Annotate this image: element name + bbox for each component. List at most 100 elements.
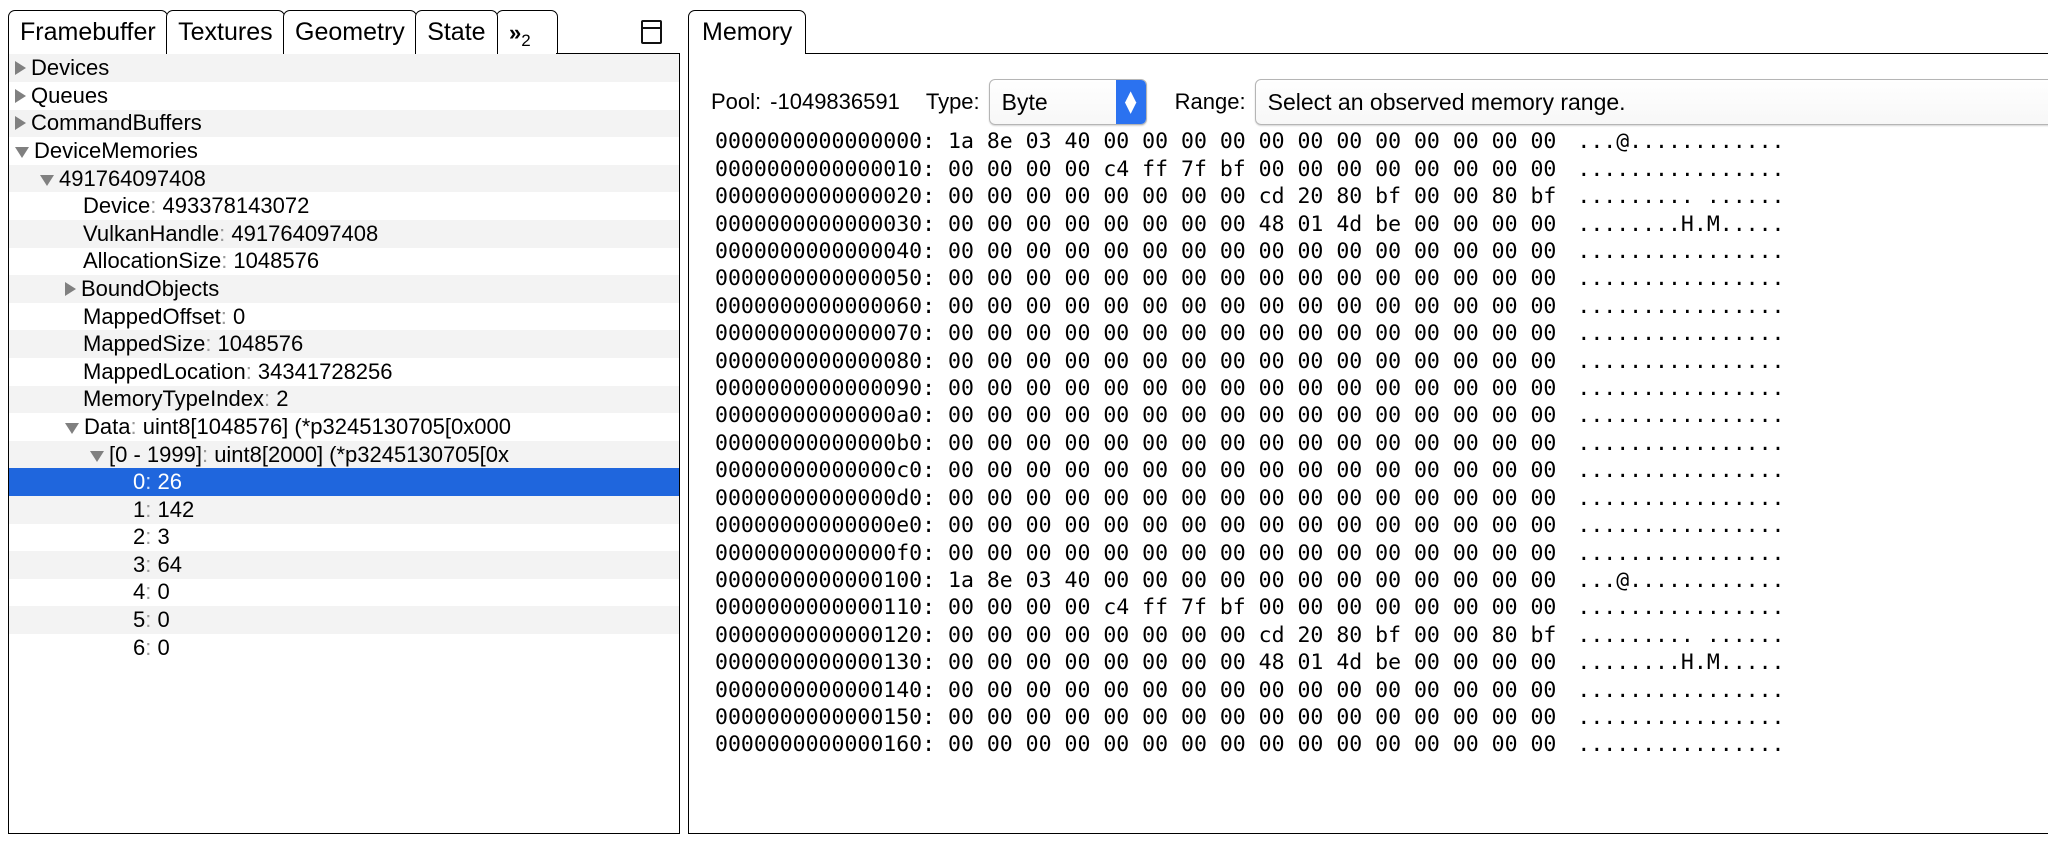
hexdump-ascii: ......... ...... bbox=[1577, 184, 1785, 210]
tree-row-value: 142 bbox=[157, 496, 195, 522]
tree-row[interactable]: VulkanHandle: 491764097408 bbox=[9, 219, 679, 248]
tree-row[interactable]: Queues bbox=[9, 82, 679, 110]
tab-framebuffer[interactable]: Framebuffer bbox=[8, 10, 168, 54]
hexdump-separator: : bbox=[922, 732, 948, 758]
chevron-right-icon[interactable] bbox=[65, 281, 76, 296]
tree-row-colon: : bbox=[245, 358, 258, 384]
tree-row-value: 26 bbox=[157, 469, 182, 495]
tree-row[interactable]: BoundObjects bbox=[9, 275, 679, 303]
type-select-stepper-icon[interactable]: ▲ ▼ bbox=[1115, 80, 1146, 125]
pool-label: Pool: bbox=[711, 89, 762, 115]
hexdump-row[interactable]: 0000000000000080: 00 00 00 00 00 00 00 0… bbox=[715, 348, 2048, 375]
tab-textures[interactable]: Textures bbox=[166, 10, 285, 54]
tree-row-label: Data bbox=[84, 413, 131, 439]
tree-row[interactable]: 3: 64 bbox=[9, 551, 679, 579]
tree-row-value: 1048576 bbox=[217, 331, 304, 357]
tab-state[interactable]: State bbox=[415, 10, 498, 54]
tree-row-value: 2 bbox=[276, 386, 289, 412]
hexdump-row[interactable]: 00000000000000a0: 00 00 00 00 00 00 00 0… bbox=[715, 402, 2048, 429]
hexdump-row[interactable]: 00000000000000e0: 00 00 00 00 00 00 00 0… bbox=[715, 512, 2048, 539]
tab-label: Geometry bbox=[295, 18, 405, 46]
tree-row-label: 6 bbox=[133, 634, 146, 660]
chevron-down-icon[interactable] bbox=[40, 174, 54, 186]
tree-row[interactable]: 491764097408 bbox=[9, 164, 679, 193]
hexdump-row[interactable]: 0000000000000120: 00 00 00 00 00 00 00 0… bbox=[715, 622, 2048, 649]
hexdump-address: 0000000000000090 bbox=[715, 376, 923, 402]
hexdump-row[interactable]: 0000000000000100: 1a 8e 03 40 00 00 00 0… bbox=[715, 567, 2048, 594]
range-select[interactable]: Select an observed memory range. ▲▼ bbox=[1254, 79, 2048, 126]
tree-row[interactable]: MappedOffset: 0 bbox=[9, 303, 679, 331]
type-select[interactable]: Byte ▲ ▼ bbox=[988, 79, 1147, 126]
type-label: Type: bbox=[925, 89, 980, 115]
hexdump-row[interactable]: 0000000000000150: 00 00 00 00 00 00 00 0… bbox=[715, 704, 2048, 731]
hexdump-row[interactable]: 0000000000000040: 00 00 00 00 00 00 00 0… bbox=[715, 238, 2048, 265]
tree-row[interactable]: 1: 142 bbox=[9, 495, 679, 524]
tab-overflow-button[interactable]: » 2 bbox=[495, 10, 558, 54]
tab-overflow-count: 2 bbox=[521, 30, 531, 50]
tree-row[interactable]: MappedLocation: 34341728256 bbox=[9, 358, 679, 386]
hexdump-row[interactable]: 0000000000000030: 00 00 00 00 00 00 00 0… bbox=[715, 211, 2048, 238]
tab-label: Framebuffer bbox=[20, 18, 156, 46]
hexdump-row[interactable]: 00000000000000f0: 00 00 00 00 00 00 00 0… bbox=[715, 540, 2048, 567]
hexdump-row[interactable]: 0000000000000050: 00 00 00 00 00 00 00 0… bbox=[715, 265, 2048, 292]
tree-row[interactable]: [0 - 1999]: uint8[2000] (*p3245130705[0x bbox=[9, 440, 679, 469]
chevron-right-icon[interactable] bbox=[15, 88, 26, 103]
tree-row[interactable]: 6: 0 bbox=[9, 634, 679, 662]
hexdump-row[interactable]: 0000000000000090: 00 00 00 00 00 00 00 0… bbox=[715, 375, 2048, 402]
hexdump-separator: : bbox=[922, 376, 948, 402]
tree-row[interactable]: AllocationSize: 1048576 bbox=[9, 248, 679, 276]
tree-row[interactable]: DeviceMemories bbox=[9, 137, 679, 165]
tree-row[interactable]: Devices bbox=[9, 54, 679, 82]
hexdump-separator: : bbox=[922, 430, 948, 456]
hexdump-bytes: 00 00 00 00 00 00 00 00 48 01 4d be 00 0… bbox=[948, 211, 1557, 237]
hexdump-ascii: ................ bbox=[1577, 239, 1785, 265]
tree-row-label: CommandBuffers bbox=[31, 110, 202, 136]
chevron-right-icon[interactable] bbox=[15, 61, 26, 76]
hexdump-address: 00000000000000d0 bbox=[715, 485, 923, 511]
tree-row-label: MappedSize bbox=[83, 331, 206, 357]
hexdump-row[interactable]: 0000000000000000: 1a 8e 03 40 00 00 00 0… bbox=[715, 128, 2048, 155]
tree-row[interactable]: MappedSize: 1048576 bbox=[9, 330, 679, 358]
chevron-double-right-icon: » bbox=[508, 19, 521, 45]
memory-hexdump[interactable]: 0000000000000000: 1a 8e 03 40 00 00 00 0… bbox=[689, 128, 2048, 758]
panel-dock-icon[interactable] bbox=[641, 19, 662, 44]
tree-row[interactable]: Data: uint8[1048576] (*p3245130705[0x000 bbox=[9, 413, 679, 441]
tree-row[interactable]: CommandBuffers bbox=[9, 109, 679, 138]
hexdump-row[interactable]: 0000000000000130: 00 00 00 00 00 00 00 0… bbox=[715, 649, 2048, 676]
chevron-right-icon[interactable] bbox=[15, 116, 26, 131]
tab-memory[interactable]: Memory bbox=[688, 10, 807, 54]
hexdump-address: 0000000000000130 bbox=[715, 650, 923, 676]
tree-row[interactable]: 0: 26 bbox=[9, 468, 679, 496]
hexdump-address: 00000000000000c0 bbox=[715, 458, 923, 484]
hexdump-row[interactable]: 0000000000000110: 00 00 00 00 c4 ff 7f b… bbox=[715, 594, 2048, 621]
hexdump-row[interactable]: 0000000000000060: 00 00 00 00 00 00 00 0… bbox=[715, 293, 2048, 320]
hexdump-row[interactable]: 0000000000000140: 00 00 00 00 00 00 00 0… bbox=[715, 677, 2048, 704]
tree-row[interactable]: 2: 3 bbox=[9, 524, 679, 552]
tree-row[interactable]: Device: 493378143072 bbox=[9, 192, 679, 220]
hexdump-row[interactable]: 00000000000000b0: 00 00 00 00 00 00 00 0… bbox=[715, 430, 2048, 457]
hexdump-row[interactable]: 00000000000000c0: 00 00 00 00 00 00 00 0… bbox=[715, 457, 2048, 484]
hexdump-row[interactable]: 0000000000000070: 00 00 00 00 00 00 00 0… bbox=[715, 320, 2048, 347]
tree-row-label: Devices bbox=[31, 55, 110, 81]
tree-row-value: 0 bbox=[157, 579, 170, 605]
hexdump-bytes: 00 00 00 00 00 00 00 00 00 00 00 00 00 0… bbox=[948, 677, 1557, 703]
chevron-down-icon[interactable] bbox=[65, 422, 79, 434]
hexdump-bytes: 00 00 00 00 00 00 00 00 00 00 00 00 00 0… bbox=[948, 239, 1557, 265]
tree-row-colon: : bbox=[145, 496, 158, 522]
chevron-down-icon[interactable] bbox=[90, 450, 104, 462]
hexdump-row[interactable]: 0000000000000160: 00 00 00 00 00 00 00 0… bbox=[715, 731, 2048, 758]
tree-row-label: [0 - 1999] bbox=[109, 441, 202, 467]
hexdump-row[interactable]: 00000000000000d0: 00 00 00 00 00 00 00 0… bbox=[715, 485, 2048, 512]
tree-row[interactable]: 4: 0 bbox=[9, 579, 679, 607]
tree-row[interactable]: MemoryTypeIndex: 2 bbox=[9, 385, 679, 414]
hexdump-row[interactable]: 0000000000000010: 00 00 00 00 c4 ff 7f b… bbox=[715, 156, 2048, 183]
chevron-down-icon[interactable] bbox=[15, 146, 29, 158]
hexdump-row[interactable]: 0000000000000020: 00 00 00 00 00 00 00 0… bbox=[715, 183, 2048, 210]
tab-geometry[interactable]: Geometry bbox=[283, 10, 417, 54]
hexdump-bytes: 00 00 00 00 00 00 00 00 00 00 00 00 00 0… bbox=[948, 376, 1557, 402]
hexdump-address: 0000000000000060 bbox=[715, 293, 923, 319]
hexdump-ascii: ................ bbox=[1577, 595, 1785, 621]
hexdump-bytes: 00 00 00 00 00 00 00 00 00 00 00 00 00 0… bbox=[948, 704, 1557, 730]
state-tree[interactable]: Devices Queues CommandBuffers DeviceMemorie… bbox=[8, 54, 680, 835]
tree-row[interactable]: 5: 0 bbox=[9, 606, 679, 634]
